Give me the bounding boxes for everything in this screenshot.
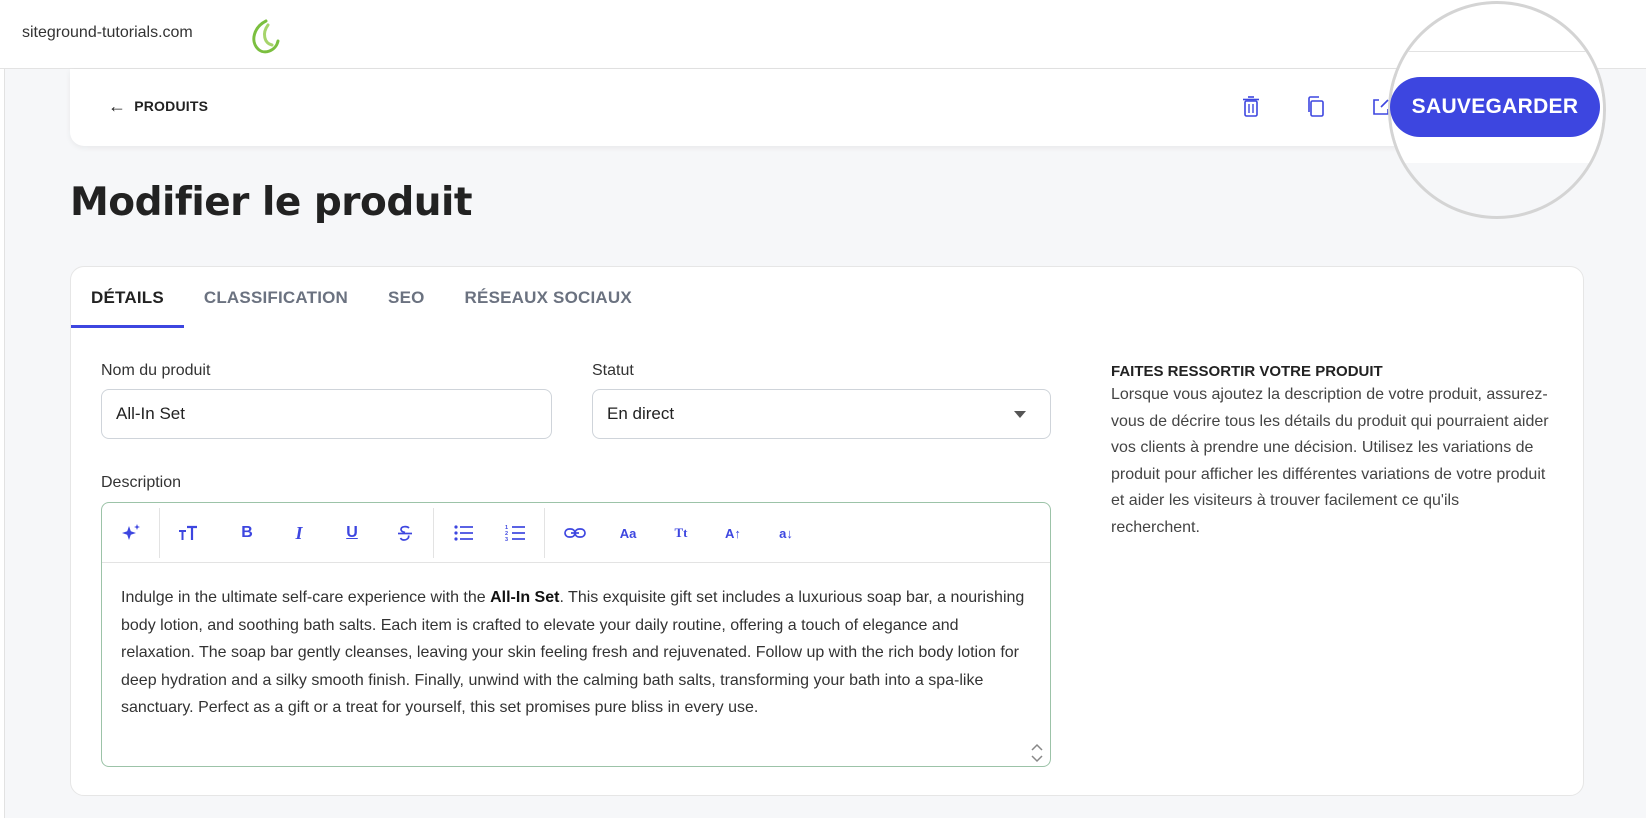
bullet-list-icon[interactable] — [450, 519, 478, 547]
resize-handle-icon[interactable] — [1028, 742, 1046, 764]
tab-details[interactable]: DÉTAILS — [71, 267, 184, 328]
siteground-logo-icon — [244, 17, 284, 57]
product-card: DÉTAILS CLASSIFICATION SEO RÉSEAUX SOCIA… — [70, 266, 1584, 796]
product-name-input[interactable]: All-In Set — [101, 389, 552, 439]
status-value: En direct — [607, 404, 675, 423]
back-to-products-link[interactable]: ← PRODUITS — [108, 97, 208, 115]
toolbar-divider — [544, 508, 545, 558]
save-button[interactable]: SAUVEGARDER — [1390, 77, 1600, 137]
underline-button[interactable]: U — [338, 519, 366, 547]
bold-button[interactable]: B — [233, 519, 261, 547]
product-name-label: Nom du produit — [101, 362, 211, 379]
status-label: Statut — [592, 362, 634, 379]
duplicate-icon[interactable] — [1303, 94, 1329, 120]
uppercase-button[interactable]: A↑ — [719, 519, 747, 547]
link-icon[interactable] — [561, 519, 589, 547]
description-editor[interactable]: B I U 1 2 3 Aa Tt A↑ a↓ Indulge in the u… — [101, 502, 1051, 767]
numbered-list-icon[interactable]: 1 2 3 — [502, 519, 530, 547]
description-bold-text: All-In Set — [490, 589, 560, 606]
italic-button[interactable]: I — [285, 519, 313, 547]
arrow-left-icon: ← — [108, 96, 127, 116]
text-size-icon[interactable] — [174, 519, 202, 547]
tab-bar: DÉTAILS CLASSIFICATION SEO RÉSEAUX SOCIA… — [71, 267, 652, 328]
toolbar-divider — [433, 508, 434, 558]
tab-seo[interactable]: SEO — [368, 267, 445, 328]
product-name-value: All-In Set — [116, 404, 185, 423]
help-title: FAITES RESSORTIR VOTRE PRODUIT — [1111, 363, 1383, 380]
bottom-strip — [0, 818, 1646, 839]
back-link-label: PRODUITS — [134, 98, 209, 114]
help-text: Lorsque vous ajoutez la description de v… — [1111, 386, 1549, 536]
description-text-start: Indulge in the ultimate self-care experi… — [121, 589, 491, 606]
description-label: Description — [101, 474, 182, 491]
toolbar-divider — [159, 508, 160, 558]
editor-toolbar: B I U 1 2 3 Aa Tt A↑ a↓ — [102, 503, 1050, 563]
page-title: Modifier le produit — [70, 180, 473, 225]
chevron-down-icon — [1014, 411, 1026, 418]
description-text-end: . This exquisite gift set includes a lux… — [121, 589, 1025, 716]
tab-classification[interactable]: CLASSIFICATION — [184, 267, 368, 328]
tab-social-networks[interactable]: RÉSEAUX SOCIAUX — [445, 267, 652, 328]
site-name: siteground-tutorials.com — [22, 24, 193, 41]
ai-sparkle-icon[interactable] — [117, 519, 145, 547]
description-text[interactable]: Indulge in the ultimate self-care experi… — [121, 584, 1026, 722]
title-case-button[interactable]: Tt — [667, 519, 695, 547]
font-case-button[interactable]: Aa — [614, 519, 642, 547]
strikethrough-icon[interactable] — [391, 519, 419, 547]
trash-icon[interactable] — [1238, 94, 1264, 120]
lowercase-button[interactable]: a↓ — [772, 519, 800, 547]
svg-text:3: 3 — [505, 537, 508, 542]
status-select[interactable]: En direct — [592, 389, 1051, 439]
action-bar: ← PRODUITS — [70, 69, 1580, 146]
